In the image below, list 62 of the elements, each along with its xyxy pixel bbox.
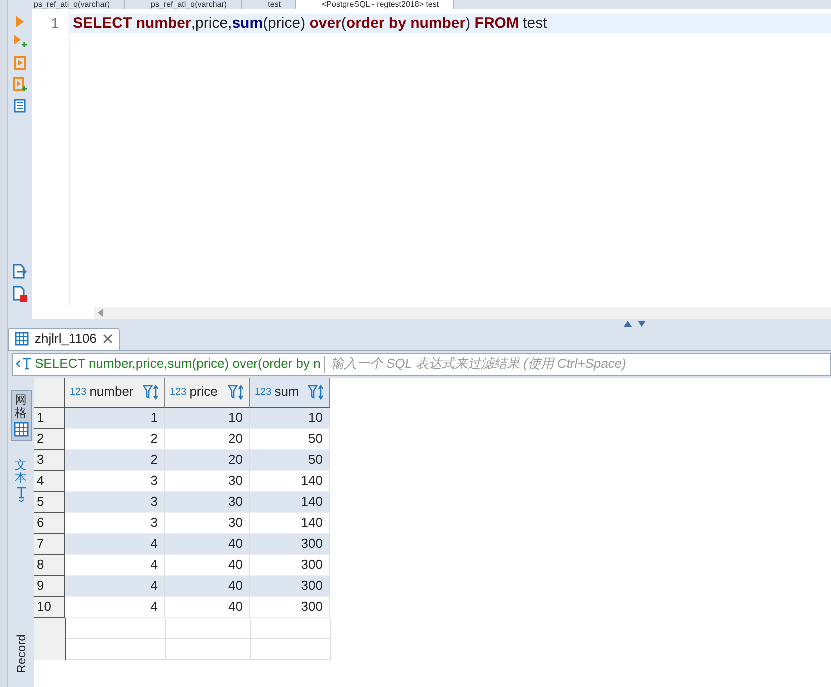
type-label: 123 [170,386,187,400]
line-number: 1 [50,14,60,33]
error-file-icon[interactable] [13,286,27,302]
column-header[interactable]: 123 number [65,378,165,408]
result-tab[interactable]: zhjlrl_1106 [8,328,120,350]
editor-tab[interactable]: ps_ref_ati_q(varchar) [125,0,242,9]
close-icon[interactable] [102,334,113,344]
table-cell: 300 [250,534,330,554]
column-name: price [190,383,219,402]
view-toggle[interactable]: 网格 [10,390,32,441]
table-cell: 2 [65,450,165,470]
table-cell: 10 [165,408,250,428]
column-header[interactable]: 123 sum [250,378,330,408]
view-toggle[interactable]: 文本 [12,454,30,508]
table-cell: 4 [65,576,165,596]
query-text: SELECT number,price,sum(price) over(order by n [35,355,321,374]
table-cell: 50 [250,450,330,470]
table-cell: 140 [250,492,330,512]
row-number: 1 [34,408,65,428]
table-cell: 40 [165,576,250,596]
row-number: 6 [34,512,65,534]
table-cell: 3 [65,492,165,512]
table-cell: 300 [250,596,330,618]
editor-tab[interactable]: <PostgreSQL - regtest2018> test [296,0,454,9]
table-icon [15,332,29,346]
column-header[interactable]: 123 price [165,378,250,408]
type-label: 123 [255,386,272,400]
row-number: 5 [34,492,65,512]
table-cell: 30 [165,492,250,512]
scroll-left-icon[interactable] [98,308,103,316]
filter-sort-icon[interactable] [308,384,325,400]
table-cell: 4 [65,534,165,554]
column-name: sum [274,383,300,402]
filter-field[interactable]: SELECT number,price,sum(price) over(order by n 输入一个 SQL 表达式来过滤结果 (使用 Ctrl+Space) [12,352,831,376]
table-cell: 4 [65,596,165,618]
script-run-add-icon[interactable] [13,77,27,92]
row-number: 3 [34,450,65,470]
table-cell: 40 [165,596,250,618]
header-corner [34,378,65,408]
table-cell: 20 [165,450,250,470]
panel-arrows-icon[interactable] [624,320,646,326]
filter-sort-icon[interactable] [228,384,245,400]
export-icon[interactable] [13,264,27,278]
row-number: 2 [34,428,65,450]
row-number: 8 [34,554,65,576]
run-add-icon[interactable] [13,35,27,49]
column-name: number [90,383,135,402]
table-cell: 40 [165,534,250,554]
record-toggle[interactable]: Record [12,634,30,674]
filter-sort-icon[interactable] [143,384,160,400]
row-number: 4 [34,470,65,492]
table-cell: 1 [65,408,165,428]
row-number: 9 [34,576,65,596]
type-label: 123 [70,386,87,400]
row-number: 7 [34,534,65,554]
table-cell: 300 [250,576,330,596]
document-icon[interactable] [14,99,26,113]
row-number: 10 [34,596,65,618]
text-cursor-icon [16,358,32,370]
table-cell: 10 [250,408,330,428]
grid-icon [14,422,28,437]
text-icon [16,487,26,504]
